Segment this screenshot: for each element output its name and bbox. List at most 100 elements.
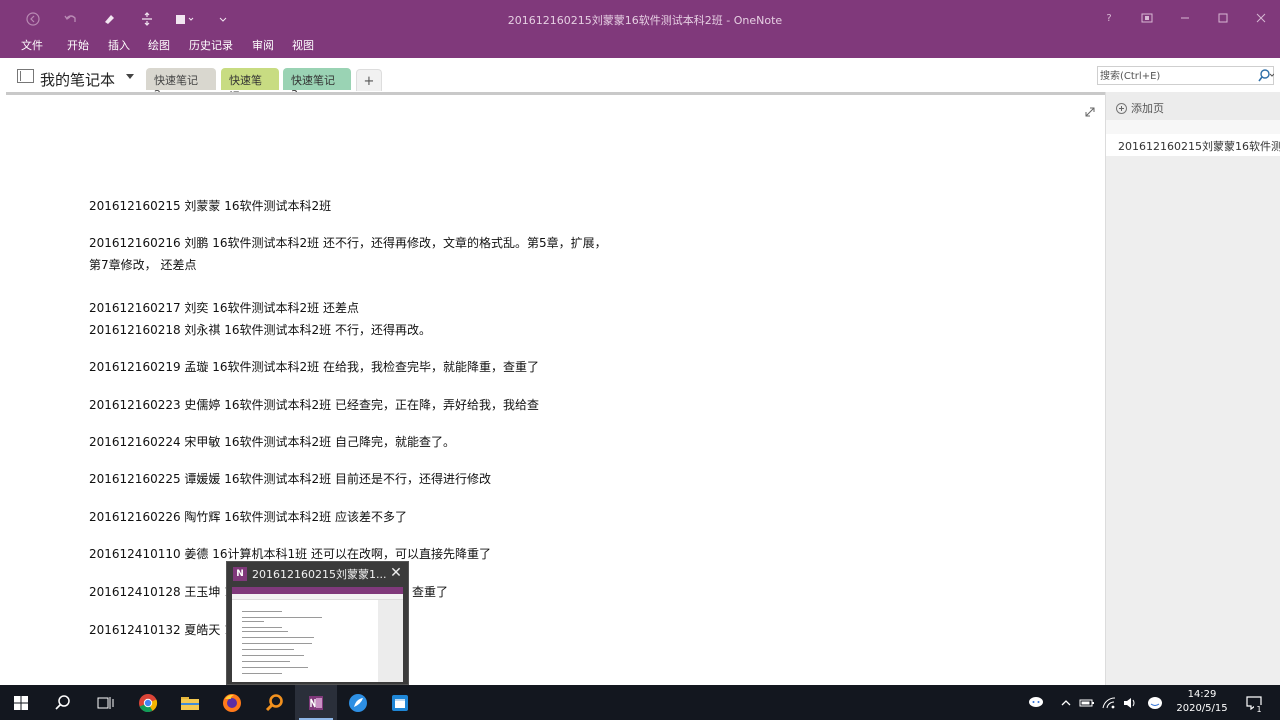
note-line-4[interactable]: 201612160217 刘奕 16软件测试本科2班 还差点 xyxy=(89,299,359,316)
ribbon-tabs: 文件 开始 插入 绘图 历史记录 审阅 视图 xyxy=(0,36,1280,58)
fullscreen-button[interactable] xyxy=(1128,6,1166,30)
feather-app-icon xyxy=(349,693,367,712)
show-hidden-icons-button[interactable] xyxy=(1056,685,1076,720)
mini-text-line xyxy=(242,621,264,622)
mini-text-line xyxy=(242,649,294,650)
close-button[interactable] xyxy=(1242,6,1280,30)
search-app-button[interactable] xyxy=(253,685,295,720)
file-explorer-icon xyxy=(181,696,199,710)
onenote-icon xyxy=(309,695,323,710)
note-line-8[interactable]: 201612160224 宋甲敏 16软件测试本科2班 自己降完，就能查了。 xyxy=(89,433,455,450)
note-line-3[interactable]: 第7章修改， 还差点 xyxy=(89,256,196,273)
note-line-11[interactable]: 201612410110 姜德 16计算机本科1班 还可以在改啊，可以直接先降重… xyxy=(89,545,491,562)
note-line-13[interactable]: 201612410132 夏皓天 16 xyxy=(89,621,240,638)
task-view-button[interactable] xyxy=(84,685,126,720)
note-line-2[interactable]: 201612160216 刘鹏 16软件测试本科2班 还不行，还得再修改，文章的… xyxy=(89,234,607,251)
tab-view[interactable]: 视图 xyxy=(292,37,314,53)
clock[interactable]: 14:29 2020/5/15 xyxy=(1168,688,1236,716)
notification-count-badge: 1 xyxy=(1254,705,1264,715)
close-icon xyxy=(1256,13,1266,23)
fullscreen-icon xyxy=(1141,13,1153,23)
wifi-icon xyxy=(1102,696,1116,708)
notebook-name[interactable]: 我的笔记本 xyxy=(40,69,115,90)
onenote-icon: N xyxy=(233,567,247,581)
add-page-button[interactable]: 添加页 xyxy=(1116,98,1164,118)
chat-icon xyxy=(1029,696,1043,707)
minimize-button[interactable] xyxy=(1166,6,1204,30)
tab-home[interactable]: 开始 xyxy=(67,37,89,53)
pane-spacer xyxy=(1106,120,1280,134)
page-list-item[interactable]: 201612160215刘蒙蒙16软件测 xyxy=(1106,134,1280,156)
onenote-taskbar-button[interactable] xyxy=(295,685,337,720)
chat-tray-button[interactable] xyxy=(1024,685,1048,720)
search-icon[interactable] xyxy=(1258,69,1274,83)
help-icon: ? xyxy=(1106,12,1112,24)
mini-text-line xyxy=(242,655,304,656)
expand-icon[interactable] xyxy=(1084,106,1096,118)
maximize-icon xyxy=(1218,13,1228,23)
calendar-app-button[interactable] xyxy=(379,685,421,720)
notebook-bar: 我的笔记本 快速笔记 2 快速笔记 快速笔记 3 + xyxy=(0,58,1280,103)
firefox-button[interactable] xyxy=(211,685,253,720)
tab-history[interactable]: 历史记录 xyxy=(189,37,233,53)
mini-text-line xyxy=(242,611,282,612)
tab-insert[interactable]: 插入 xyxy=(108,37,130,53)
search-icon xyxy=(55,694,70,710)
section-tab-1[interactable]: 快速笔记 2 xyxy=(146,68,216,101)
input-method-icon xyxy=(1148,696,1162,709)
chevron-down-icon[interactable] xyxy=(126,74,134,79)
file-explorer-button[interactable] xyxy=(169,685,211,720)
note-line-1[interactable]: 201612160215 刘蒙蒙 16软件测试本科2班 xyxy=(89,197,331,214)
input-method-tray-button[interactable] xyxy=(1143,685,1167,720)
windows-start-icon xyxy=(14,695,28,710)
help-button[interactable]: ? xyxy=(1090,6,1128,30)
note-line-12-tail[interactable]: 查重了 xyxy=(412,583,448,600)
mini-text-line xyxy=(242,661,290,662)
search-box[interactable] xyxy=(1097,66,1274,85)
feather-app-button[interactable] xyxy=(337,685,379,720)
thumbnail-image[interactable] xyxy=(232,587,403,682)
note-line-12[interactable]: 201612410128 王玉坤 16 xyxy=(89,583,240,600)
maximize-button[interactable] xyxy=(1204,6,1242,30)
chrome-icon xyxy=(139,693,158,712)
mini-text-line xyxy=(242,637,314,638)
wifi-tray-button[interactable] xyxy=(1099,685,1119,720)
chrome-button[interactable] xyxy=(127,685,169,720)
add-section-button[interactable]: + xyxy=(356,69,382,91)
add-circle-icon xyxy=(1116,102,1127,114)
thumbnail-close-button[interactable]: ✕ xyxy=(387,564,405,582)
search-app-icon xyxy=(265,693,283,711)
tab-draw[interactable]: 绘图 xyxy=(148,37,170,53)
battery-tray-button[interactable] xyxy=(1077,685,1097,720)
volume-tray-button[interactable] xyxy=(1120,685,1140,720)
page-list-pane: 添加页 201612160215刘蒙蒙16软件测 xyxy=(1105,92,1280,685)
note-line-5[interactable]: 201612160218 刘永祺 16软件测试本科2班 不行，还得再改。 xyxy=(89,321,431,338)
note-line-6[interactable]: 201612160219 孟璇 16软件测试本科2班 在给我，我检查完毕，就能降… xyxy=(89,358,539,375)
tab-review[interactable]: 审阅 xyxy=(252,37,274,53)
mini-text-line xyxy=(242,627,282,628)
search-input[interactable] xyxy=(1100,68,1250,84)
mini-text-line xyxy=(242,631,288,632)
mini-title-bar xyxy=(232,587,403,594)
battery-icon xyxy=(1079,699,1094,706)
mini-text-line xyxy=(242,673,282,674)
notebook-icon[interactable] xyxy=(17,69,34,83)
pane-background xyxy=(1106,156,1280,685)
tab-file[interactable]: 文件 xyxy=(21,37,43,53)
add-page-label: 添加页 xyxy=(1131,102,1164,115)
calendar-app-icon xyxy=(392,694,408,711)
note-line-9[interactable]: 201612160225 谭媛媛 16软件测试本科2班 目前还是不行，还得进行修… xyxy=(89,470,491,487)
mini-page-pane xyxy=(378,600,403,682)
section-tab-3[interactable]: 快速笔记 3 xyxy=(283,68,351,101)
mini-text-line xyxy=(242,643,312,644)
taskbar-thumbnail-preview[interactable]: N 201612160215刘蒙蒙1... ✕ xyxy=(226,561,409,685)
chevron-up-icon xyxy=(1061,699,1071,705)
window-title: 201612160215刘蒙蒙16软件测试本科2班 - OneNote xyxy=(507,14,783,27)
note-line-10[interactable]: 201612160226 陶竹辉 16软件测试本科2班 应该差不多了 xyxy=(89,508,407,525)
section-tab-2[interactable]: 快速笔记 xyxy=(221,68,279,103)
taskbar-search-button[interactable] xyxy=(42,685,84,720)
note-line-7[interactable]: 201612160223 史儒婷 16软件测试本科2班 已经查完，正在降，弄好给… xyxy=(89,396,539,413)
start-button[interactable] xyxy=(0,685,42,720)
minimize-icon xyxy=(1181,17,1189,19)
firefox-icon xyxy=(223,693,241,712)
